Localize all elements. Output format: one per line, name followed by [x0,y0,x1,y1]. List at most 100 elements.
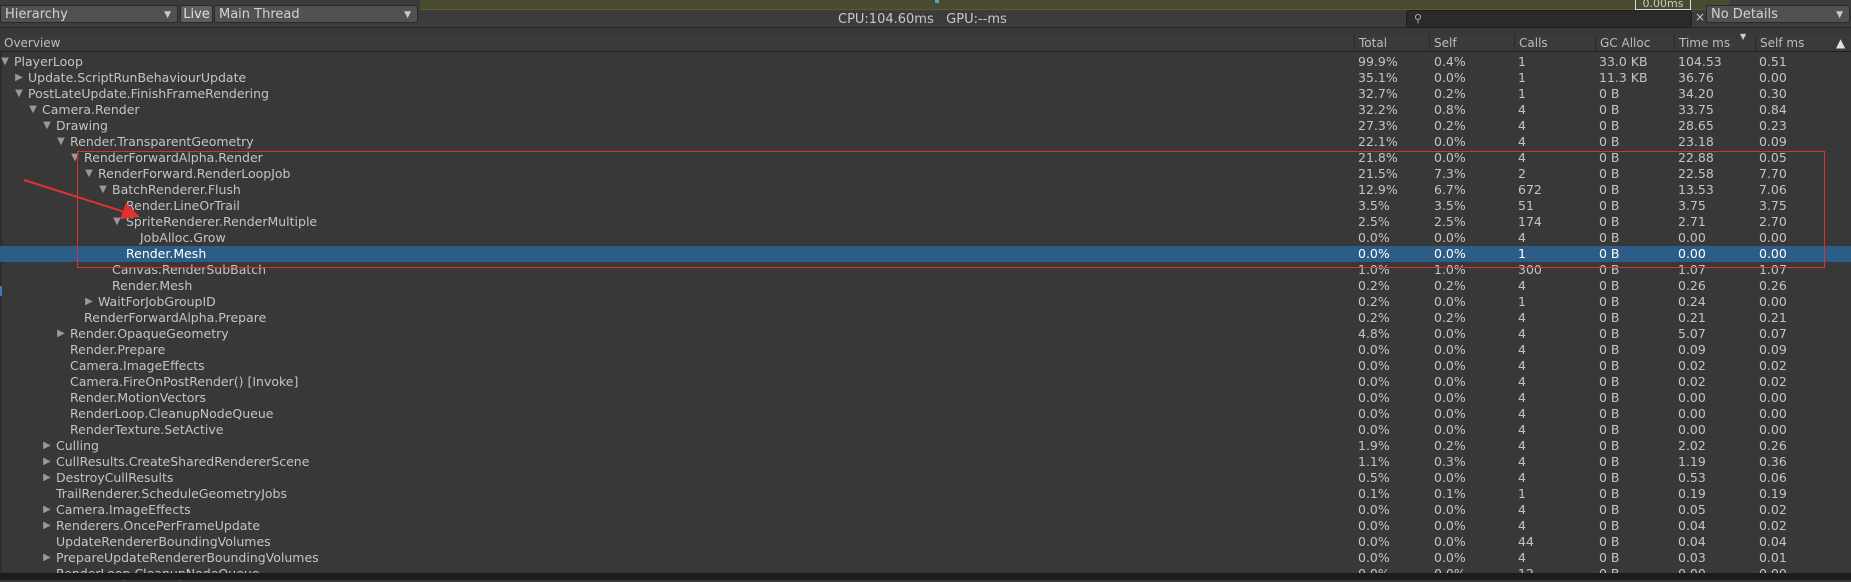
bottom-edge [0,573,1851,580]
details-dropdown[interactable]: No Details ▼ [1706,5,1850,23]
expand-arrow-down-icon[interactable]: ▼ [0,54,10,70]
table-row[interactable]: Render.Mesh 0.2% 0.2% 4 0 B 0.26 0.26 [0,278,1851,294]
cell-self: 0.2% [1434,118,1466,133]
table-row[interactable]: Camera.ImageEffects 0.0% 0.0% 4 0 B 0.02 0.02 [0,358,1851,374]
table-row[interactable]: ▼ Drawing 27.3% 0.2% 4 0 B 28.65 0.23 [0,118,1851,134]
table-row[interactable]: RenderLoop.CleanupNodeQueue 0.0% 0.0% 4 0 B 0… [0,406,1851,422]
cell-selfms: 0.36 [1759,454,1787,469]
expand-arrow-down-icon[interactable]: ▼ [28,102,38,118]
cell-total: 12.9% [1358,182,1398,197]
expand-arrow-right-icon[interactable]: ▶ [42,518,52,534]
table-row[interactable]: TrailRenderer.ScheduleGeometryJobs 0.1% 0.… [0,486,1851,502]
cell-total: 0.2% [1358,278,1390,293]
table-row[interactable]: JobAlloc.Grow 0.0% 0.0% 4 0 B 0.00 0.00 [0,230,1851,246]
column-header-total[interactable]: Total [1354,35,1429,52]
thread-dropdown[interactable]: Main Thread ▼ [214,5,418,23]
expand-arrow-down-icon[interactable]: ▼ [56,134,66,150]
row-name: Render.LineOrTrail [126,198,240,213]
column-header-overview[interactable]: Overview [0,35,1354,52]
expand-arrow-right-icon[interactable]: ▶ [84,294,94,310]
table-row[interactable]: ▼ Render.TransparentGeometry 22.1% 0.0% 4 0 B… [0,134,1851,150]
column-header-gc-alloc[interactable]: GC Alloc [1595,35,1674,52]
cell-gc: 0 B [1599,518,1620,533]
expand-arrow-right-icon[interactable]: ▶ [42,550,52,566]
table-row[interactable]: ▶ CullResults.CreateSharedRendererScene 1.… [0,454,1851,470]
row-name: Camera.ImageEffects [56,502,191,517]
table-row[interactable]: ▼ PlayerLoop 99.9% 0.4% 1 33.0 KB 104.53 0.51 [0,54,1851,70]
expand-arrow-right-icon[interactable]: ▶ [42,438,52,454]
expand-arrow-right-icon[interactable]: ▶ [42,502,52,518]
column-header-self[interactable]: Self [1429,35,1514,52]
view-mode-label: Hierarchy [5,7,68,22]
cell-selfms: 0.05 [1759,150,1787,165]
expand-arrow-down-icon[interactable]: ▼ [42,118,52,134]
cell-selfms: 0.04 [1759,534,1787,549]
cell-total: 0.0% [1358,374,1390,389]
view-mode-dropdown[interactable]: Hierarchy ▼ [0,5,178,23]
expand-arrow-right-icon[interactable]: ▶ [42,454,52,470]
table-row[interactable]: ▼ RenderForward.RenderLoopJob 21.5% 7.3% 2 0 … [0,166,1851,182]
cell-calls: 4 [1518,502,1526,517]
column-header-self-ms[interactable]: Self ms [1755,35,1833,52]
row-name: RenderForwardAlpha.Render [84,150,263,165]
search-field[interactable]: ⚲ [1406,10,1692,28]
table-row[interactable]: ▶ Culling 1.9% 0.2% 4 0 B 2.02 0.26 [0,438,1851,454]
cell-gc: 0 B [1599,374,1620,389]
expand-arrow-down-icon[interactable]: ▼ [14,86,24,102]
table-row[interactable]: Render.Mesh 0.0% 0.0% 1 0 B 0.00 0.00 [0,246,1851,262]
cell-gc: 11.3 KB [1599,70,1648,85]
cell-selfms: 0.51 [1759,54,1787,69]
table-row[interactable]: RenderTexture.SetActive 0.0% 0.0% 4 0 B 0.00 0… [0,422,1851,438]
cell-selfms: 0.09 [1759,342,1787,357]
table-row[interactable]: RenderForwardAlpha.Prepare 0.2% 0.2% 4 0 B 0.… [0,310,1851,326]
cell-calls: 174 [1518,214,1542,229]
live-toggle-button[interactable]: Live [180,5,213,23]
table-row[interactable]: ▼ PostLateUpdate.FinishFrameRendering 32.7… [0,86,1851,102]
timeline-marker [935,0,939,3]
table-row[interactable]: Canvas.RenderSubBatch 1.0% 1.0% 300 0 B 1.07 1… [0,262,1851,278]
table-row[interactable]: ▶ Update.ScriptRunBehaviourUpdate 35.1% 0.0… [0,70,1851,86]
cell-selfms: 0.00 [1759,230,1787,245]
frame-timeline-strip[interactable] [420,0,1730,10]
table-row[interactable]: ▼ BatchRenderer.Flush 12.9% 6.7% 672 0 B 13.53… [0,182,1851,198]
expand-arrow-down-icon[interactable]: ▼ [98,182,108,198]
cell-self: 0.2% [1434,86,1466,101]
table-row[interactable]: ▶ Render.OpaqueGeometry 4.8% 0.0% 4 0 B 5.07 0.… [0,326,1851,342]
cell-total: 0.0% [1358,534,1390,549]
table-row[interactable]: ▶ Renderers.OncePerFrameUpdate 0.0% 0.0% 4 0 … [0,518,1851,534]
cell-self: 0.0% [1434,246,1466,261]
table-row[interactable]: Render.Prepare 0.0% 0.0% 4 0 B 0.09 0.09 [0,342,1851,358]
cell-calls: 4 [1518,230,1526,245]
cell-time: 0.02 [1678,358,1706,373]
table-row[interactable]: ▶ Camera.ImageEffects 0.0% 0.0% 4 0 B 0.05 0.02 [0,502,1851,518]
table-row[interactable]: ▶ DestroyCullResults 0.5% 0.0% 4 0 B 0.53 0.06 [0,470,1851,486]
table-row[interactable]: Render.LineOrTrail 3.5% 3.5% 51 0 B 3.75 3.75 [0,198,1851,214]
expand-arrow-right-icon[interactable]: ▶ [14,70,24,86]
cell-time: 0.24 [1678,294,1706,309]
column-header-calls[interactable]: Calls [1514,35,1595,52]
scroll-up-icon[interactable]: ▲ [1836,36,1845,50]
table-row[interactable]: ▼ RenderForwardAlpha.Render 21.8% 0.0% 4 0 B 2… [0,150,1851,166]
expand-arrow-right-icon[interactable]: ▶ [42,470,52,486]
chevron-down-icon: ▼ [164,10,171,20]
cell-self: 3.5% [1434,198,1466,213]
cell-time: 2.71 [1678,214,1706,229]
expand-arrow-down-icon[interactable]: ▼ [112,214,122,230]
expand-arrow-down-icon[interactable]: ▼ [70,150,80,166]
expand-arrow-down-icon[interactable]: ▼ [84,166,94,182]
table-row[interactable]: ▼ SpriteRenderer.RenderMultiple 2.5% 2.5% 17… [0,214,1851,230]
column-header-row: Overview Total Self Calls GC Alloc Time … [0,35,1851,52]
clear-search-icon[interactable]: × [1695,10,1705,24]
table-row[interactable]: ▼ Camera.Render 32.2% 0.8% 4 0 B 33.75 0.84 [0,102,1851,118]
table-row[interactable]: Camera.FireOnPostRender() [Invoke] 0.0% 0.… [0,374,1851,390]
table-row[interactable]: ▶ WaitForJobGroupID 0.2% 0.0% 1 0 B 0.24 0.00 [0,294,1851,310]
cell-time: 0.02 [1678,374,1706,389]
expand-arrow-right-icon[interactable]: ▶ [56,326,66,342]
cell-self: 0.0% [1434,550,1466,565]
table-row[interactable]: Render.MotionVectors 0.0% 0.0% 4 0 B 0.00 0.00 [0,390,1851,406]
cell-gc: 0 B [1599,262,1620,277]
row-name: Renderers.OncePerFrameUpdate [56,518,261,533]
table-row[interactable]: UpdateRendererBoundingVolumes 0.0% 0.0% 44 0… [0,534,1851,550]
cell-gc: 0 B [1599,534,1620,549]
table-row[interactable]: ▶ PrepareUpdateRendererBoundingVolumes 0.0… [0,550,1851,566]
